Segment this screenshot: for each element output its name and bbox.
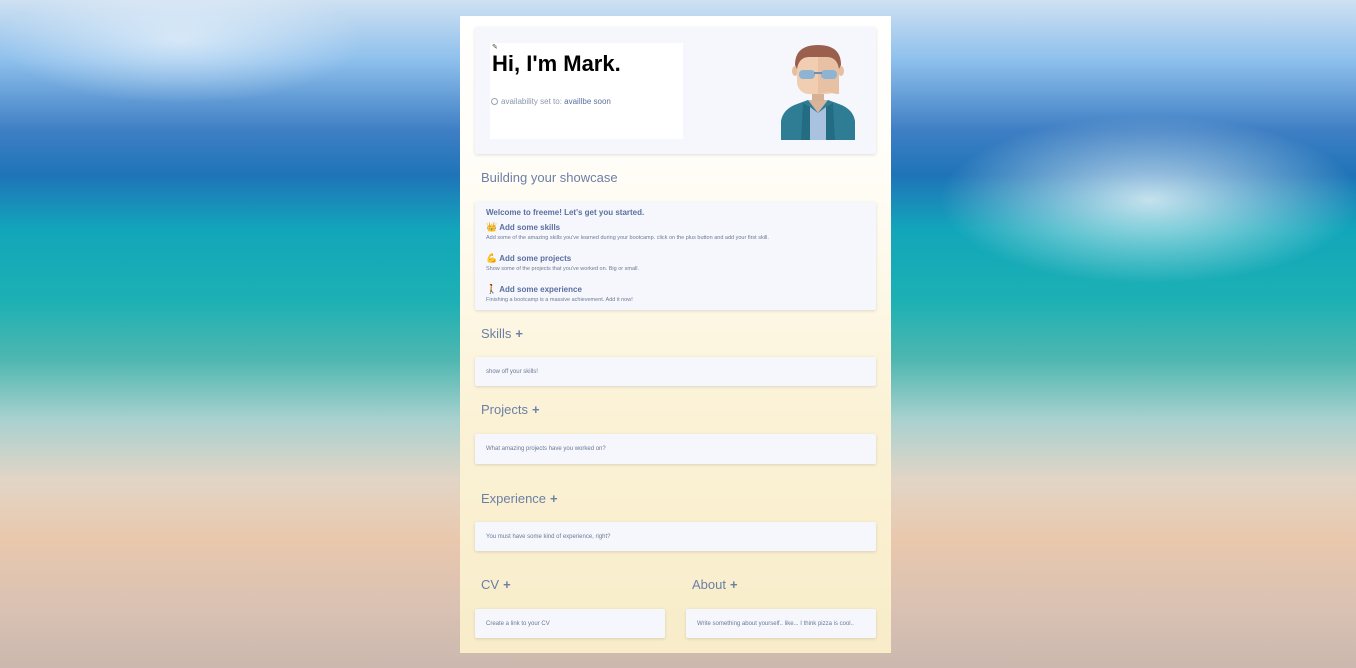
add-cv-button[interactable]: +	[503, 577, 511, 592]
availability-label: availability set to:	[501, 97, 562, 106]
cv-card: Create a link to your CV	[475, 609, 665, 638]
welcome-heading: Welcome to freeme! Let's get you started…	[486, 208, 645, 217]
add-skill-button[interactable]: +	[515, 326, 523, 341]
experience-heading: Experience +	[481, 491, 558, 506]
availability-value: availlbe soon	[564, 97, 611, 106]
availability-indicator-icon	[491, 98, 498, 106]
experience-card: You must have some kind of experience, r…	[475, 522, 876, 551]
flexed-biceps-icon: 💪	[486, 253, 498, 263]
step-add-projects-desc: Show some of the projects that you've wo…	[486, 266, 639, 272]
step-add-skills-title: 👑 Add some skills	[486, 222, 561, 232]
profile-greeting: Hi, I'm Mark.	[492, 51, 621, 76]
add-experience-button[interactable]: +	[550, 491, 558, 506]
availability-status[interactable]: availability set to: availlbe soon	[491, 97, 611, 106]
add-about-button[interactable]: +	[730, 577, 738, 592]
edit-icon[interactable]: ✎	[492, 43, 498, 51]
add-project-button[interactable]: +	[532, 402, 540, 417]
step-add-experience-title: 🚶 Add some experience	[486, 284, 582, 294]
profile-intro-box: ✎ Hi, I'm Mark. availability set to: ava…	[490, 43, 683, 139]
about-card: Write something about yourself.. like...…	[686, 609, 876, 638]
cv-heading: CV +	[481, 577, 511, 592]
crown-icon: 👑	[486, 222, 498, 232]
step-add-projects-title: 💪 Add some projects	[486, 253, 572, 263]
profile-panel: ✎ Hi, I'm Mark. availability set to: ava…	[460, 16, 891, 653]
projects-heading: Projects +	[481, 402, 540, 417]
walking-person-icon: 🚶	[486, 284, 498, 294]
step-add-experience-desc: Finishing a bootcamp is a massive achiev…	[486, 297, 633, 303]
step-add-skills-desc: Add some of the amazing skills you've le…	[486, 235, 769, 241]
skills-heading: Skills +	[481, 326, 523, 341]
about-heading: About +	[692, 577, 738, 592]
projects-card: What amazing projects have you worked on…	[475, 434, 876, 464]
about-placeholder: Write something about yourself.. like...…	[697, 621, 854, 627]
skills-placeholder: show off your skills!	[486, 369, 538, 375]
skills-card: show off your skills!	[475, 357, 876, 386]
getting-started-card: Welcome to freeme! Let's get you started…	[475, 202, 876, 310]
projects-placeholder: What amazing projects have you worked on…	[486, 446, 606, 452]
avatar	[781, 45, 855, 140]
profile-header-card: ✎ Hi, I'm Mark. availability set to: ava…	[475, 27, 876, 154]
showcase-title: Building your showcase	[481, 170, 618, 185]
cv-placeholder: Create a link to your CV	[486, 621, 550, 627]
experience-placeholder: You must have some kind of experience, r…	[486, 534, 611, 540]
